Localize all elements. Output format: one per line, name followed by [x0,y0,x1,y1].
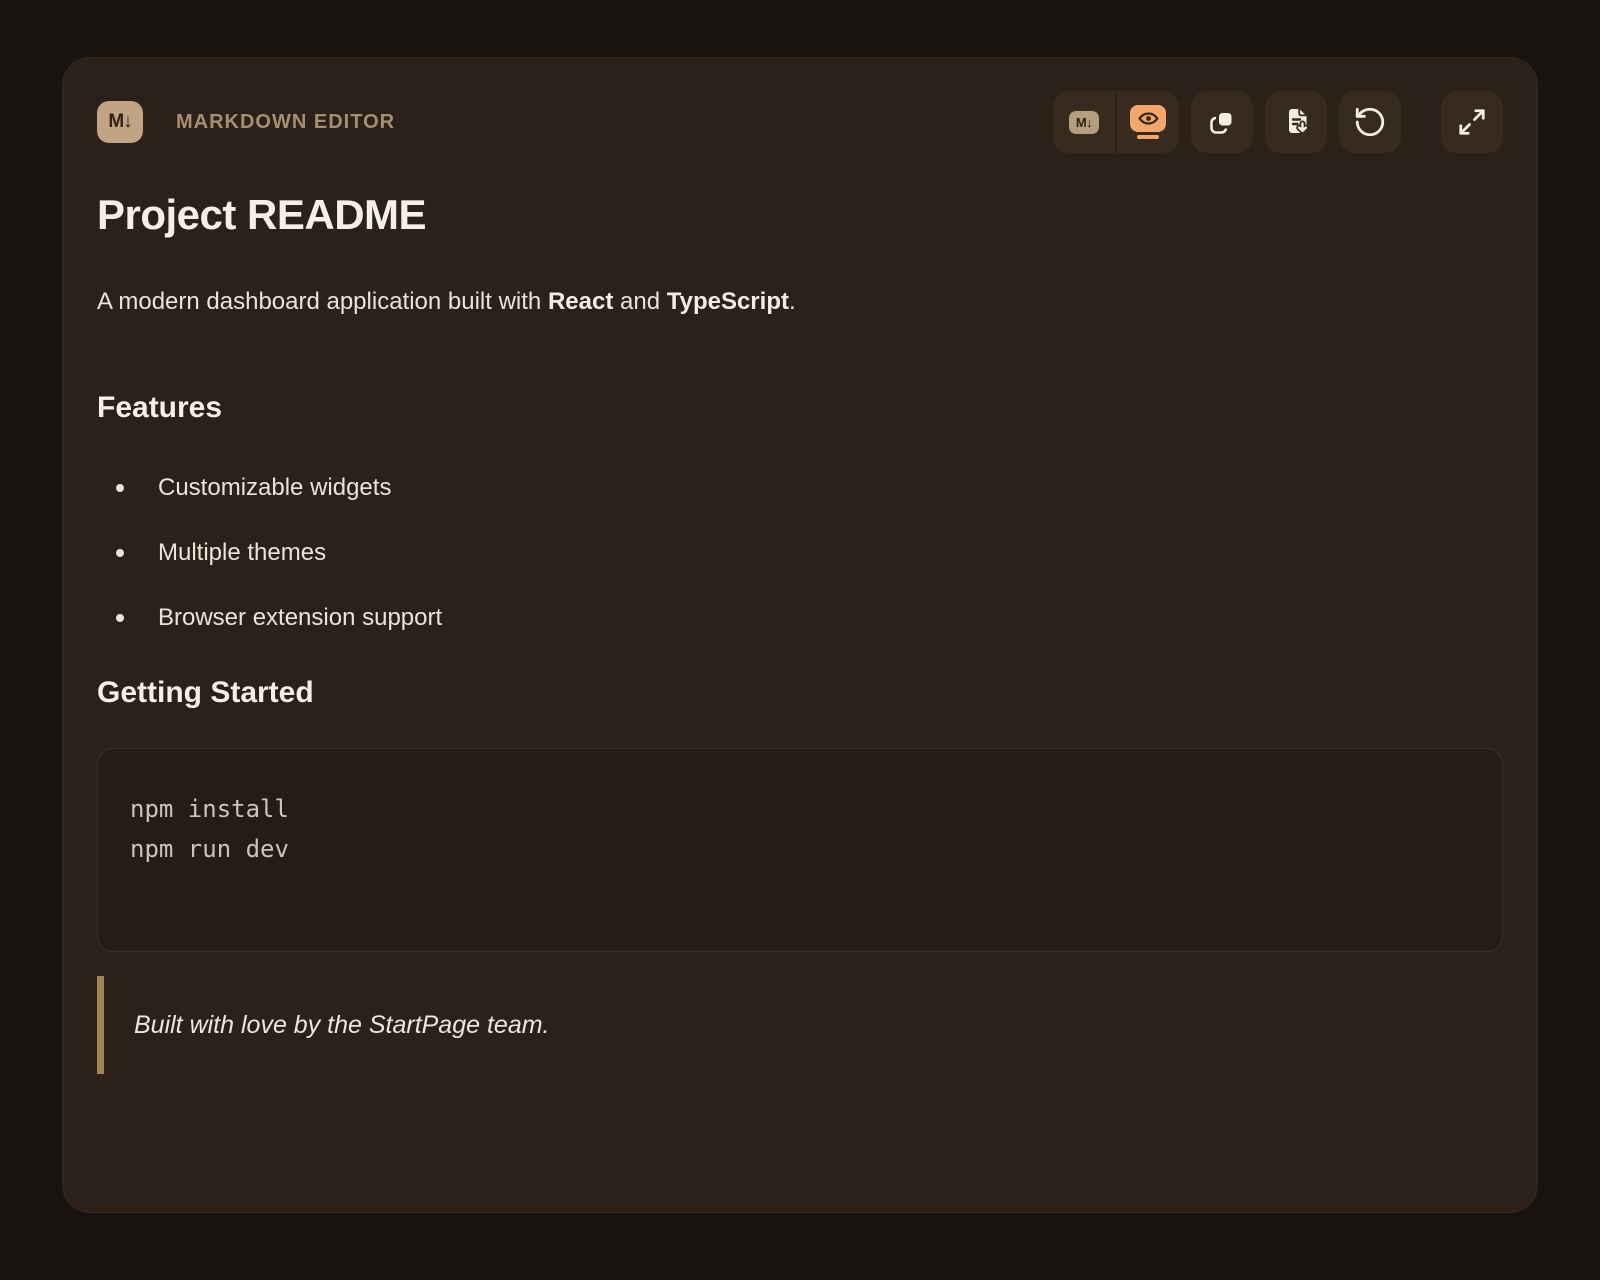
code-line: npm install [130,789,1470,829]
intro-bold-typescript: TypeScript [667,288,789,315]
preview-view-button[interactable] [1117,91,1179,153]
list-item-label: Browser extension support [158,602,442,634]
bullet-dot [116,484,124,492]
list-item: Multiple themes [97,537,1503,569]
export-button[interactable] [1265,91,1327,153]
markdown-source-icon: M↓ [1069,111,1099,134]
blockquote: Built with love by the StartPage team. [97,976,1503,1074]
bullet-dot [116,614,124,622]
eye-preview-icon [1130,105,1166,139]
expand-icon [1457,107,1487,137]
list-item-label: Multiple themes [158,537,326,569]
header-left: M↓ MARKDOWN EDITOR [97,101,395,143]
header: M↓ MARKDOWN EDITOR M↓ [97,91,1503,153]
preview-screen-shape [1130,105,1166,132]
eye-icon [1138,112,1159,125]
intro-paragraph: A modern dashboard application built wit… [97,285,1503,319]
source-view-button[interactable]: M↓ [1053,91,1115,153]
preview-stand-shape [1137,135,1159,139]
fullscreen-button[interactable] [1441,91,1503,153]
markdown-editor-panel: M↓ MARKDOWN EDITOR M↓ [62,57,1538,1213]
reset-icon [1353,105,1387,139]
code-block: npm install npm run dev [97,748,1503,952]
logo-glyph: M↓ [108,111,131,133]
markdown-logo-icon: M↓ [97,101,143,143]
code-line: npm run dev [130,829,1470,869]
list-item: Customizable widgets [97,472,1503,504]
toolbar: M↓ [1053,91,1503,153]
getting-started-heading: Getting Started [97,674,1503,712]
file-export-icon [1281,107,1311,137]
intro-bold-react: React [548,288,613,315]
intro-text: . [789,288,796,315]
intro-text: and [613,288,666,315]
features-heading: Features [97,389,1503,427]
list-item-label: Customizable widgets [158,472,391,504]
features-list: Customizable widgets Multiple themes Bro… [97,472,1503,634]
view-toggle-group: M↓ [1053,91,1179,153]
app-title: MARKDOWN EDITOR [176,111,395,134]
intro-text: A modern dashboard application built wit… [97,288,548,315]
reset-button[interactable] [1339,91,1401,153]
copy-icon [1207,107,1237,137]
bullet-dot [116,549,124,557]
copy-button[interactable] [1191,91,1253,153]
document-title: Project README [97,191,1503,239]
list-item: Browser extension support [97,602,1503,634]
